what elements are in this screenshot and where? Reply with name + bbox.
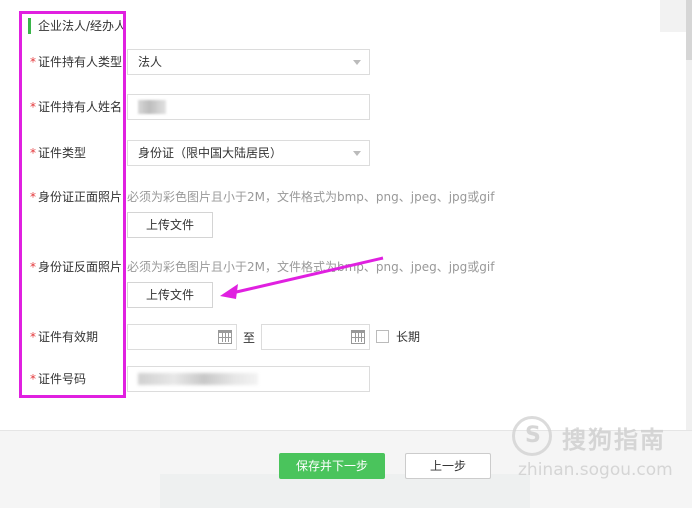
watermark-url: zhinan.sogou.com (518, 460, 673, 480)
arrow-shaft (231, 256, 384, 295)
arrow-head (220, 284, 238, 299)
sogou-logo-icon: S (512, 416, 552, 456)
watermark-text: 搜狗指南 (562, 426, 666, 454)
sogou-logo-letter: S (525, 423, 541, 448)
